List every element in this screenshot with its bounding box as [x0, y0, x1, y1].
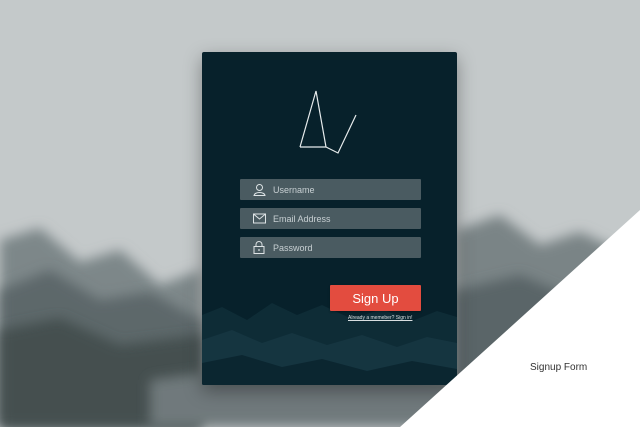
caption-label: Signup Form — [530, 362, 588, 373]
